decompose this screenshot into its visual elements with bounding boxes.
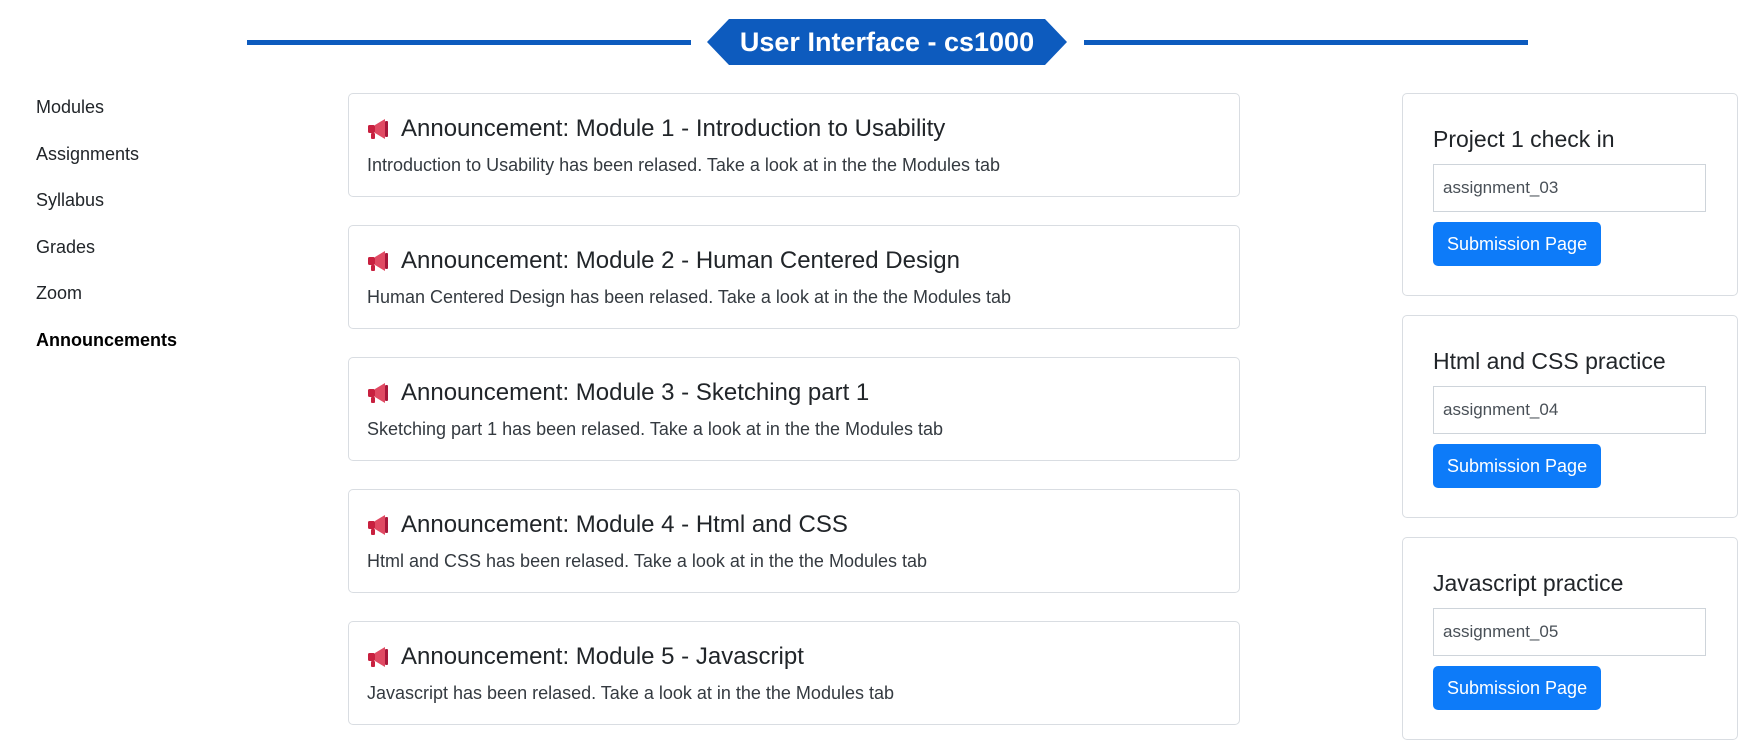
announcement-card: Announcement: Module 5 - Javascript Java… xyxy=(348,621,1240,725)
sidebar-item-syllabus[interactable]: Syllabus xyxy=(36,188,177,235)
announcement-title-text: Announcement: Module 1 - Introduction to… xyxy=(401,115,946,142)
sidebar-item-assignments[interactable]: Assignments xyxy=(36,142,177,189)
announcement-body: Sketching part 1 has been relased. Take … xyxy=(367,419,944,439)
page: User Interface - cs1000 Modules Assignme… xyxy=(0,0,1755,748)
announcement-body: Html and CSS has been relased. Take a lo… xyxy=(367,551,928,571)
announcement-title: Announcement: Module 1 - Introduction to… xyxy=(367,114,1221,144)
assignment-title: Javascript practice xyxy=(1433,570,1624,596)
announcement-title-text: Announcement: Module 4 - Html and CSS xyxy=(401,511,848,538)
sidebar-item-zoom[interactable]: Zoom xyxy=(36,281,177,328)
assignment-title: Html and CSS practice xyxy=(1433,348,1666,374)
assignment-id-field[interactable] xyxy=(1433,608,1706,656)
megaphone-icon xyxy=(368,383,388,403)
announcement-title: Announcement: Module 3 - Sketching part … xyxy=(367,378,1221,408)
announcement-card: Announcement: Module 1 - Introduction to… xyxy=(348,93,1240,197)
assignment-card: Project 1 check in Submission Page xyxy=(1402,93,1738,296)
submission-page-button[interactable]: Submission Page xyxy=(1433,222,1602,266)
megaphone-icon xyxy=(368,119,388,139)
header-rule-right xyxy=(1084,40,1528,45)
announcement-title: Announcement: Module 4 - Html and CSS xyxy=(367,510,1221,540)
sidebar-item-announcements[interactable]: Announcements xyxy=(36,328,177,375)
assignments-panel: Project 1 check in Submission Page Html … xyxy=(1402,93,1738,748)
assignment-title: Project 1 check in xyxy=(1433,126,1615,152)
submission-page-button[interactable]: Submission Page xyxy=(1433,666,1602,710)
announcement-card: Announcement: Module 3 - Sketching part … xyxy=(348,357,1240,461)
megaphone-icon xyxy=(368,251,388,271)
announcement-title: Announcement: Module 2 - Human Centered … xyxy=(367,246,1221,276)
sidebar-item-grades[interactable]: Grades xyxy=(36,235,177,282)
page-title: User Interface - cs1000 xyxy=(707,19,1067,65)
assignment-card: Javascript practice Submission Page xyxy=(1402,537,1738,740)
assignment-card: Html and CSS practice Submission Page xyxy=(1402,315,1738,518)
sidebar-item-modules[interactable]: Modules xyxy=(36,95,177,142)
announcement-body: Human Centered Design has been relased. … xyxy=(367,287,1012,307)
announcement-title-text: Announcement: Module 3 - Sketching part … xyxy=(401,379,870,406)
announcement-card: Announcement: Module 2 - Human Centered … xyxy=(348,225,1240,329)
announcement-title: Announcement: Module 5 - Javascript xyxy=(367,642,1221,672)
assignment-id-field[interactable] xyxy=(1433,386,1706,434)
announcement-body: Javascript has been relased. Take a look… xyxy=(367,683,894,703)
announcement-body: Introduction to Usability has been relas… xyxy=(367,155,1001,175)
announcement-title-text: Announcement: Module 2 - Human Centered … xyxy=(401,247,960,274)
assignment-id-field[interactable] xyxy=(1433,164,1706,212)
header-rule-left xyxy=(247,40,691,45)
announcements-list: Announcement: Module 1 - Introduction to… xyxy=(348,93,1240,748)
megaphone-icon xyxy=(368,515,388,535)
megaphone-icon xyxy=(368,647,388,667)
sidebar-nav: Modules Assignments Syllabus Grades Zoom… xyxy=(36,95,177,374)
announcement-title-text: Announcement: Module 5 - Javascript xyxy=(401,643,804,670)
announcement-card: Announcement: Module 4 - Html and CSS Ht… xyxy=(348,489,1240,593)
submission-page-button[interactable]: Submission Page xyxy=(1433,444,1602,488)
